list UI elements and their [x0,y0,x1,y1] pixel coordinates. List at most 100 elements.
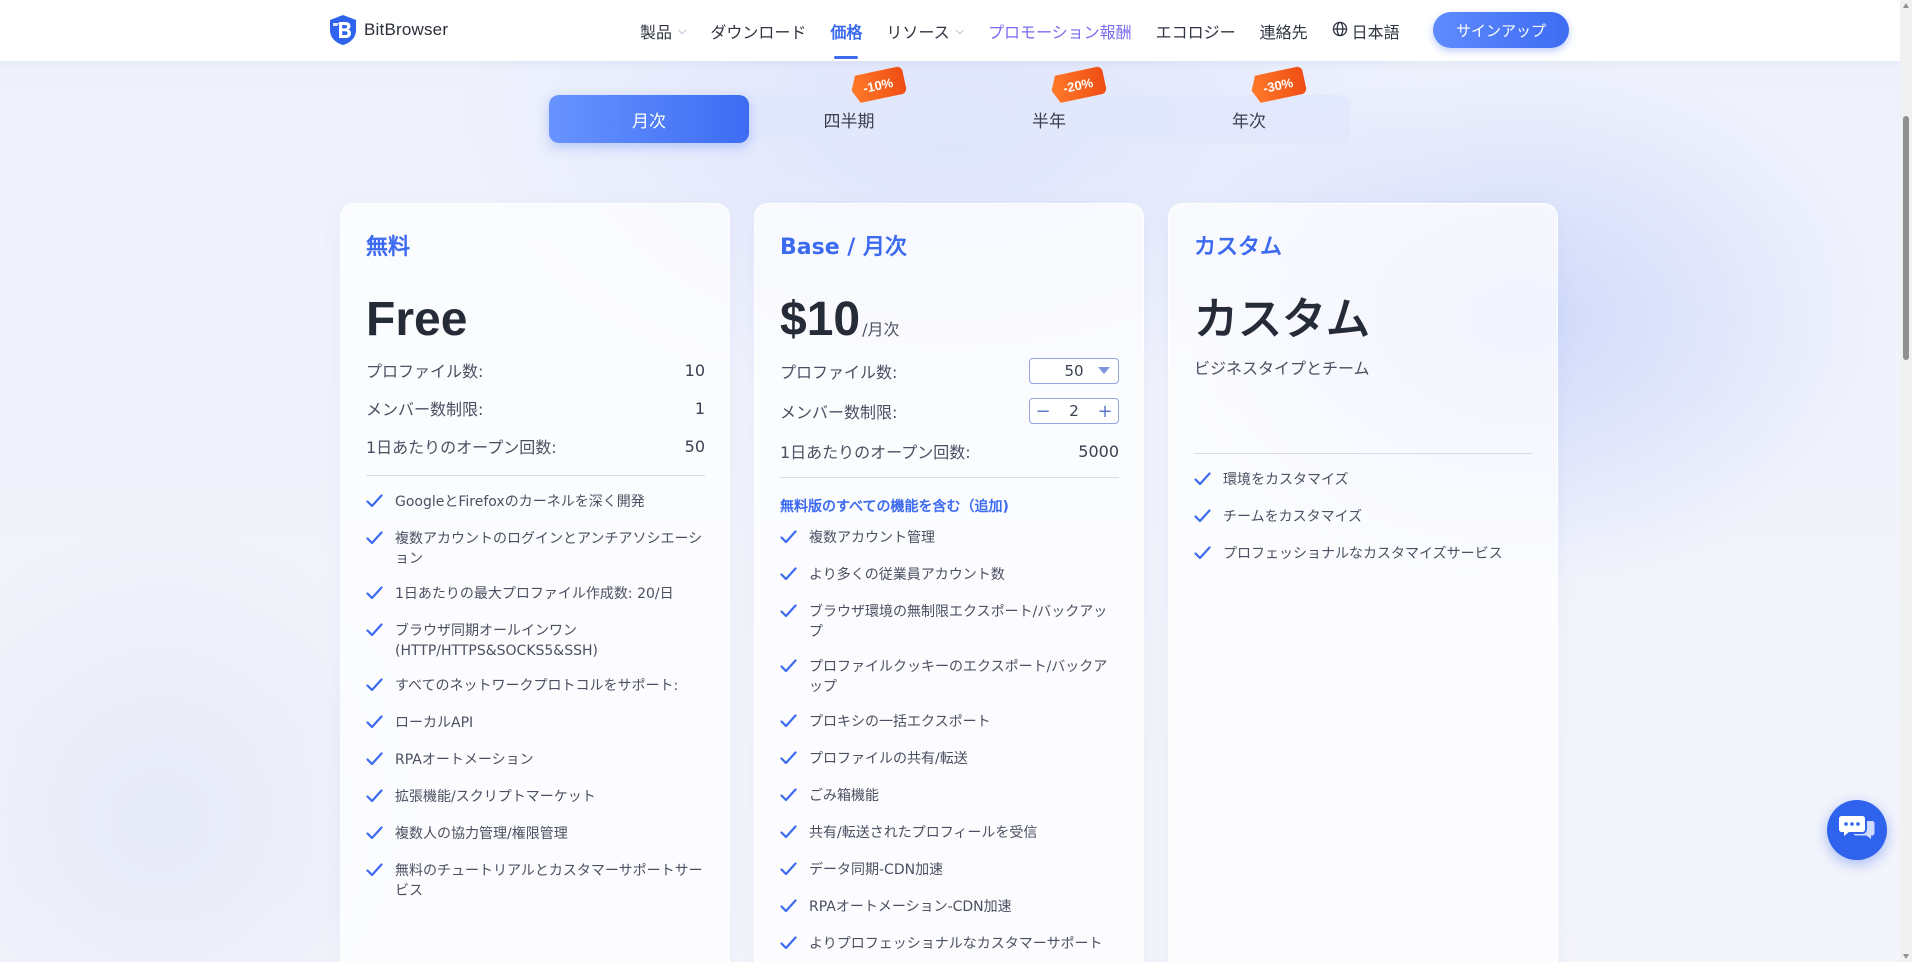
check-icon [366,863,386,883]
page-scrollbar[interactable] [1900,0,1912,962]
check-icon [366,586,386,606]
nav-item-label: 製品 [640,22,673,42]
brand-name: BitBrowser [364,20,449,39]
stat-row-profiles: プロファイル数: 50 [780,351,1119,391]
nav-item-contact[interactable]: 連絡先 [1260,0,1308,61]
feature-item: ごみ箱機能 [780,786,1119,808]
stat-label: 1日あたりのオープン回数: [366,438,557,457]
feature-item: GoogleとFirefoxのカーネルを深く開発 [366,492,705,514]
brand-logo[interactable]: BitBrowser [328,14,448,46]
check-icon [366,752,386,772]
tab-quarterly[interactable]: 四半期 -10% [749,95,949,143]
nav-item-download[interactable]: ダウンロード [710,0,806,61]
check-icon [366,531,386,551]
check-icon [366,715,386,735]
feature-item: 複数アカウント管理 [780,528,1119,550]
top-nav-bar: BitBrowser 製品 ⌵ ダウンロード 価格 リソース ⌵ プロモーション… [0,0,1900,61]
feature-item: 拡張機能/スクリプトマーケット [366,787,705,809]
chevron-down-icon: ⌵ [678,23,687,37]
feature-item: 複数人の協力管理/権限管理 [366,824,705,846]
check-icon [780,936,800,956]
price-period: /月次 [862,320,900,339]
plan-card-base: Base / 月次 $10/月次 プロファイル数: 50 メンバー数制限: − … [754,203,1144,962]
check-icon [366,494,386,514]
billing-period-tabs: 月次 四半期 -10% 半年 -20% 年次 -30% [549,95,1350,143]
check-icon [1194,546,1214,566]
minus-icon[interactable]: − [1030,399,1056,423]
stat-label: メンバー数制限: [366,400,484,419]
stepper-value[interactable]: 2 [1069,402,1079,420]
check-icon [780,567,800,587]
nav-item-pricing[interactable]: 価格 [830,0,862,61]
nav-item-label: 価格 [830,22,863,42]
nav-item-label: ダウンロード [710,22,807,42]
stat-value: 1 [694,398,705,418]
profiles-select[interactable]: 50 [1029,358,1119,384]
stat-row-profiles: プロファイル数: 10 [366,351,705,389]
stat-row-daily-opens: 1日あたりのオープン回数: 5000 [780,431,1119,471]
stat-row-members: メンバー数制限: − 2 + [780,391,1119,431]
nav-item-promotion-rewards[interactable]: プロモーション報酬 [988,0,1132,61]
stat-label: 1日あたりのオープン回数: [780,443,971,462]
feature-item: よりプロフェッショナルなカスタマーサポート [780,934,1119,956]
feature-item: より多くの従業員アカウント数 [780,565,1119,587]
feature-item: プロフェッショナルなカスタマイズサービス [1194,544,1533,566]
check-icon [366,678,386,698]
stat-value: 5000 [1078,441,1119,461]
tab-yearly[interactable]: 年次 -30% [1149,95,1349,143]
plan-label: Base / 月次 [780,235,907,260]
nav-item-ecology[interactable]: エコロジー [1156,0,1236,61]
feature-item: 複数アカウントのログインとアンチアソシエーション [366,529,705,569]
chat-support-button[interactable] [1827,800,1887,860]
members-stepper: − 2 + [1029,398,1119,424]
chevron-down-icon: ⌵ [955,23,964,37]
feature-item: RPAオートメーション-CDN加速 [780,897,1119,919]
check-icon [780,862,800,882]
feature-item: 共有/転送されたプロフィールを受信 [780,823,1119,845]
stat-label: プロファイル数: [366,362,484,381]
feature-item: 環境をカスタマイズ [1194,470,1533,492]
tab-label: 月次 [632,111,666,132]
check-icon [780,604,800,624]
plan-price: カスタム [1194,294,1370,345]
includes-note: 無料版のすべての機能を含む（追加) [780,499,1009,515]
nav-item-resources[interactable]: リソース ⌵ [886,0,964,61]
check-icon [780,530,800,550]
divider [366,475,705,476]
feature-item: ブラウザ同期オールインワン(HTTP/HTTPS&SOCKS5&SSH) [366,621,705,661]
feature-item: 無料のチュートリアルとカスタマーサポートサービス [366,861,705,901]
feature-item: ローカルAPI [366,713,705,735]
check-icon [780,751,800,771]
scroll-up-arrow-icon[interactable] [1903,3,1909,8]
nav-item-label: リソース [886,22,950,42]
plan-card-custom: カスタム カスタム ビジネスタイプとチーム 環境をカスタマイズ チームをカスタマ… [1168,203,1558,962]
check-icon [366,623,386,643]
feature-item: プロキシの一括エクスポート [780,712,1119,734]
main-nav: 製品 ⌵ ダウンロード 価格 リソース ⌵ プロモーション報酬 エコロジー 連絡… [640,0,1424,61]
scrollbar-thumb[interactable] [1903,116,1909,360]
feature-list: GoogleとFirefoxのカーネルを深く開発 複数アカウントのログインとアン… [366,492,705,901]
nav-item-products[interactable]: 製品 ⌵ [640,0,686,61]
check-icon [1194,472,1214,492]
check-icon [780,825,800,845]
nav-item-label: エコロジー [1155,22,1236,42]
nav-item-label: プロモーション報酬 [987,22,1132,42]
feature-list: 複数アカウント管理 より多くの従業員アカウント数 ブラウザ環境の無制限エクスポー… [780,528,1119,956]
plus-icon[interactable]: + [1092,399,1118,423]
chat-icon [1838,813,1876,847]
feature-item: 1日あたりの最大プロファイル作成数: 20/日 [366,584,705,606]
tab-monthly[interactable]: 月次 [549,95,749,143]
check-icon [780,899,800,919]
price-amount: $10 [780,293,861,346]
signup-button[interactable]: サインアップ [1433,12,1569,48]
feature-item: すべてのネットワークプロトコルをサポート: [366,676,705,698]
scroll-down-arrow-icon[interactable] [1903,954,1909,959]
dropdown-triangle-icon [1098,367,1110,374]
stat-row-daily-opens: 1日あたりのオープン回数: 50 [366,427,705,465]
tab-label: 四半期 [823,111,875,132]
language-switcher[interactable]: 日本語 [1332,0,1400,61]
check-icon [366,789,386,809]
plan-card-free: 無料 Free プロファイル数: 10 メンバー数制限: 1 1日あたりのオープ… [340,203,730,962]
check-icon [780,788,800,808]
tab-half-year[interactable]: 半年 -20% [949,95,1149,143]
